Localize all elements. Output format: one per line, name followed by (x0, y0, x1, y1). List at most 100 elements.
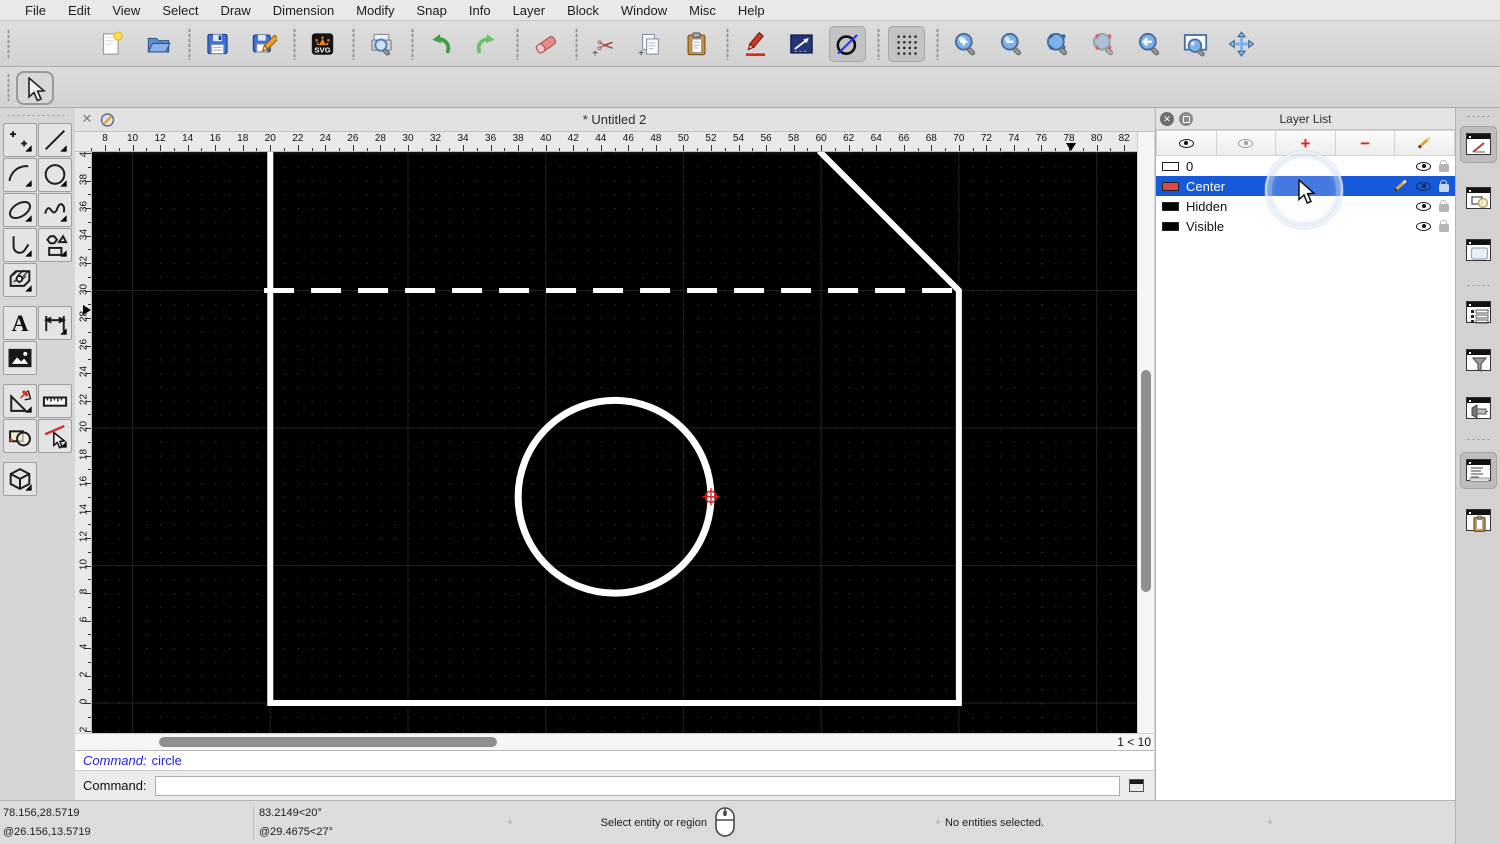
vertical-scrollbar[interactable] (1137, 132, 1154, 733)
print-preview-button[interactable] (363, 26, 400, 62)
export-svg-button[interactable]: SVG (304, 26, 341, 62)
points-tool-button[interactable] (3, 123, 37, 157)
paste-button[interactable] (678, 26, 715, 62)
draw-pen-button[interactable] (737, 26, 774, 62)
zoom-auto-button[interactable] (1039, 26, 1076, 62)
line-tool-button[interactable] (38, 123, 72, 157)
eraser-button[interactable] (527, 26, 564, 62)
select-entity-tool-button[interactable] (38, 419, 72, 453)
ruler-tick (1055, 147, 1057, 151)
horizontal-scrollbar[interactable]: 1 < 10 (75, 733, 1154, 750)
menu-draw[interactable]: Draw (209, 0, 261, 21)
show-all-layers-button[interactable] (1156, 130, 1217, 156)
image-tool-button[interactable] (3, 341, 37, 375)
layer-lock-icon[interactable] (1439, 199, 1449, 212)
menu-window[interactable]: Window (610, 0, 678, 21)
layer-lock-icon[interactable] (1439, 219, 1449, 232)
ruler-label: 10 (78, 558, 90, 570)
layer-lock-icon[interactable] (1439, 179, 1449, 192)
arc-tool-button[interactable] (3, 158, 37, 192)
drawing-canvas[interactable] (92, 148, 1137, 733)
block-tool-button[interactable] (3, 419, 37, 453)
ruler-label: 4 (78, 643, 90, 650)
command-dock-button[interactable] (1460, 452, 1497, 489)
line-tool-button[interactable] (783, 26, 820, 62)
modify-layer-button[interactable] (1395, 130, 1455, 156)
clipboard-dock-button[interactable] (1460, 502, 1497, 539)
ruler-label: 6 (78, 616, 90, 622)
filter-dock-button[interactable] (1460, 342, 1497, 379)
select-arrow-button[interactable] (16, 71, 54, 105)
zoom-in-button[interactable] (947, 26, 984, 62)
ellipse-tool-button[interactable] (3, 193, 37, 227)
dock-drag-handle[interactable] (1466, 115, 1490, 118)
layer-row-visible[interactable]: Visible (1156, 216, 1455, 236)
vertical-scrollbar-thumb[interactable] (1141, 370, 1151, 592)
menu-view[interactable]: View (101, 0, 151, 21)
menu-modify[interactable]: Modify (345, 0, 405, 21)
layer-visibility-icon[interactable] (1416, 161, 1431, 171)
hide-all-layers-button[interactable] (1216, 130, 1277, 156)
solid-3d-tool-button[interactable] (3, 462, 37, 496)
add-layer-button[interactable]: + (1276, 130, 1336, 156)
toolbar-drag-handle[interactable] (7, 29, 10, 58)
toolbar-drag-handle[interactable] (7, 73, 10, 101)
layer-visibility-icon[interactable] (1416, 181, 1431, 191)
modify-tool-button[interactable] (3, 384, 37, 418)
menu-block[interactable]: Block (556, 0, 610, 21)
polyline-tool-button[interactable] (3, 228, 37, 262)
save-button[interactable] (199, 26, 236, 62)
copy-button[interactable]: + (632, 26, 669, 62)
measure-tool-button[interactable] (38, 384, 72, 418)
zoom-previous-button[interactable] (1085, 26, 1122, 62)
layer-color-swatch[interactable] (1162, 161, 1179, 171)
ruler-position-marker (83, 305, 91, 316)
menu-misc[interactable]: Misc (678, 0, 727, 21)
menu-edit[interactable]: Edit (57, 0, 101, 21)
remove-layer-button[interactable]: − (1335, 130, 1396, 156)
edit-layer-icon[interactable] (1393, 179, 1408, 193)
zoom-pan-button[interactable] (1223, 26, 1260, 62)
layer-color-swatch[interactable] (1162, 181, 1179, 191)
menu-select[interactable]: Select (151, 0, 209, 21)
layer-visibility-icon[interactable] (1416, 221, 1431, 231)
grid-toggle-button[interactable] (888, 26, 925, 62)
circle-tool-button[interactable] (829, 26, 866, 62)
zoom-out-button[interactable] (993, 26, 1030, 62)
open-file-button[interactable] (140, 26, 177, 62)
clamp-dock-button[interactable] (1460, 390, 1497, 427)
save-as-button[interactable] (245, 26, 282, 62)
layer-lock-icon[interactable] (1439, 159, 1449, 172)
dimension-tool-button[interactable] (38, 306, 72, 340)
menu-help[interactable]: Help (727, 0, 776, 21)
command-dock-toggle-button[interactable] (1126, 777, 1148, 795)
entity-list-dock-button[interactable] (1460, 294, 1497, 331)
menu-info[interactable]: Info (458, 0, 502, 21)
command-input[interactable] (154, 775, 1120, 796)
undo-button[interactable] (422, 26, 459, 62)
circle-tool-button[interactable] (38, 158, 72, 192)
menu-file[interactable]: File (14, 0, 57, 21)
text-tool-button[interactable]: A (3, 306, 37, 340)
palette-drag-handle[interactable] (6, 114, 68, 117)
hatch-tool-button[interactable] (3, 263, 37, 297)
cut-button[interactable]: ✂ + (586, 26, 623, 62)
layer-row-0[interactable]: 0 (1156, 156, 1455, 176)
zoom-window-button[interactable] (1177, 26, 1214, 62)
layer-list-dock-button[interactable] (1460, 126, 1497, 163)
zoom-back-button[interactable] (1131, 26, 1168, 62)
menu-dimension[interactable]: Dimension (262, 0, 345, 21)
horizontal-scrollbar-thumb[interactable] (159, 737, 497, 747)
polygon-tool-button[interactable] (38, 228, 72, 262)
ruler-label: 14 (182, 133, 194, 144)
library-browser-dock-button[interactable] (1460, 232, 1497, 269)
block-list-dock-button[interactable] (1460, 180, 1497, 217)
redo-button[interactable] (468, 26, 505, 62)
spline-tool-button[interactable] (38, 193, 72, 227)
new-file-button[interactable] (94, 26, 131, 62)
menu-snap[interactable]: Snap (406, 0, 458, 21)
layer-color-swatch[interactable] (1162, 221, 1179, 231)
layer-visibility-icon[interactable] (1416, 201, 1431, 211)
layer-color-swatch[interactable] (1162, 201, 1179, 211)
menu-layer[interactable]: Layer (502, 0, 557, 21)
